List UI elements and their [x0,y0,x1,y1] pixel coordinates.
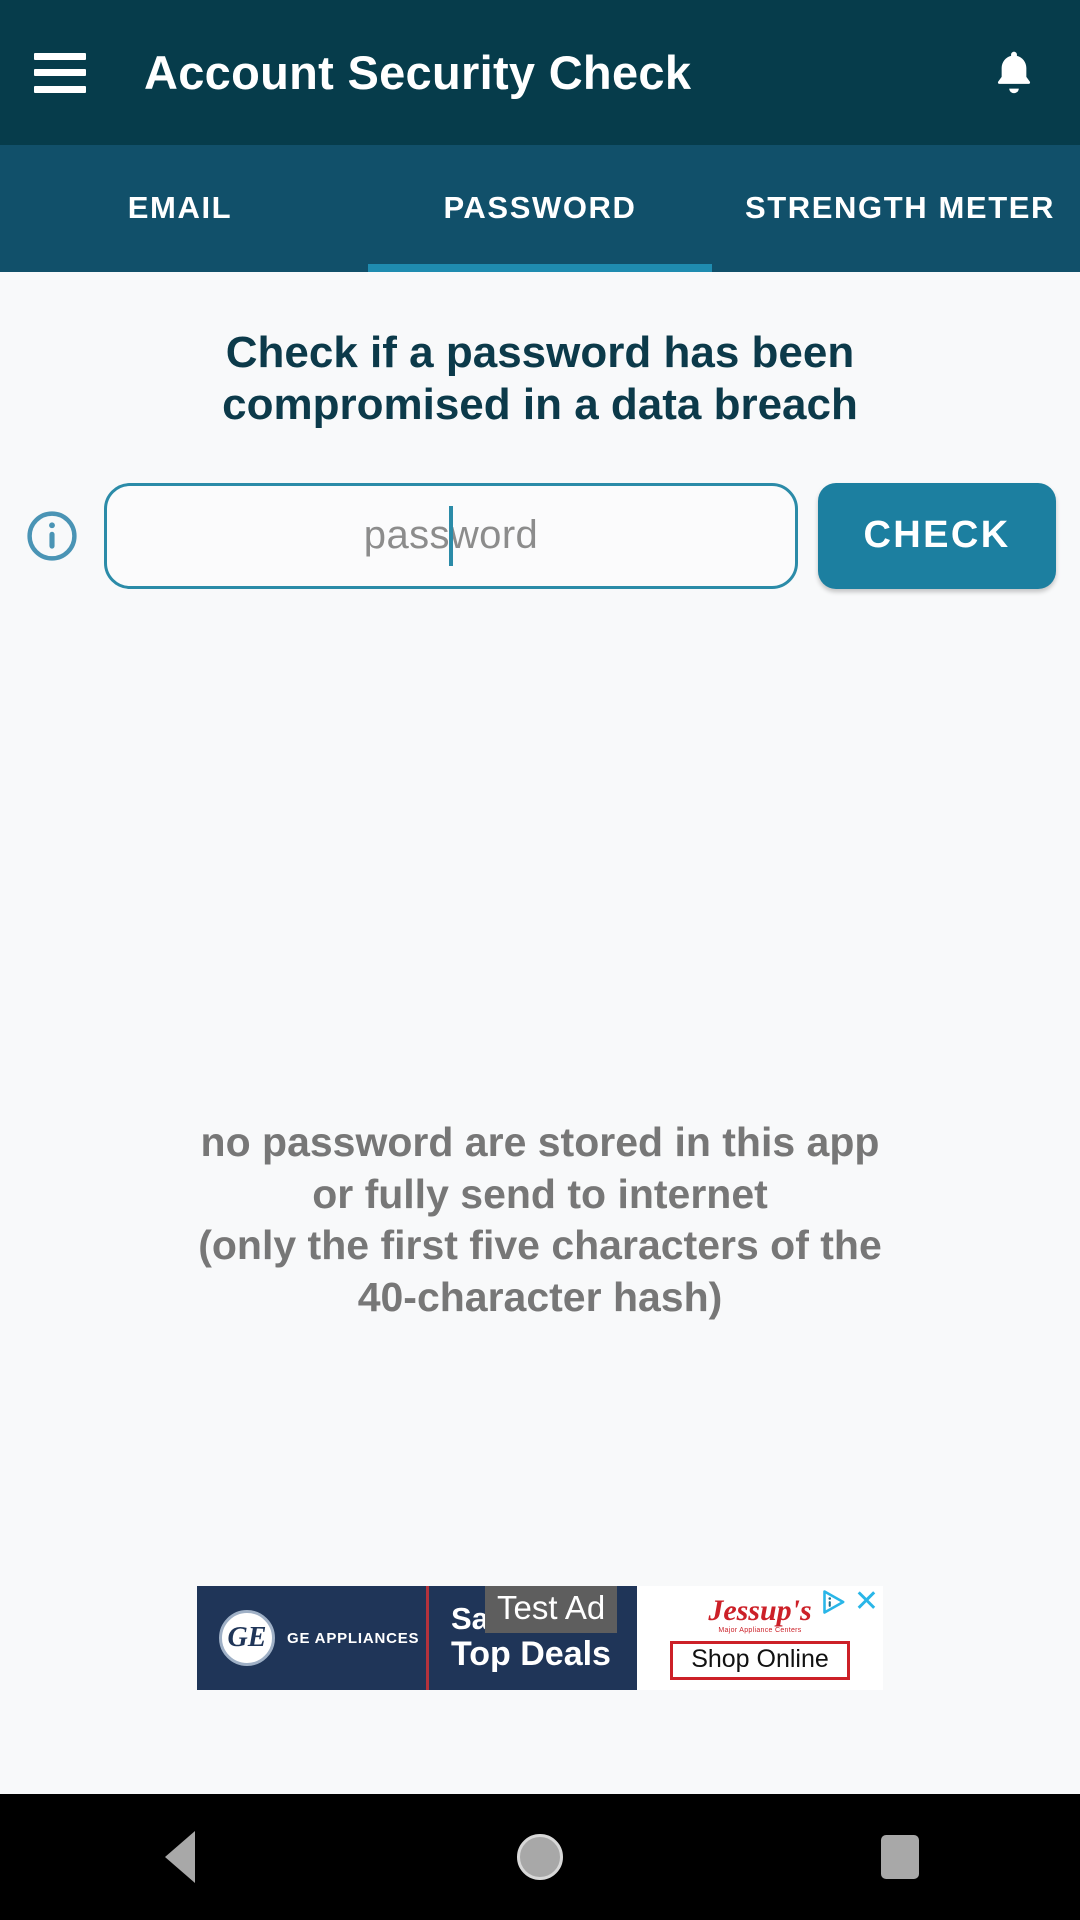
hamburger-bar [34,85,86,93]
back-triangle-icon[interactable] [120,1794,240,1920]
hamburger-bar [34,52,86,60]
password-check-row: password CHECK [0,482,1080,589]
recents-glyph [881,1835,919,1879]
text-caret [449,505,453,566]
disclaimer-line: no password are stored in this app [200,1119,880,1165]
adchoices-icon[interactable] [821,1588,849,1621]
recents-square-icon[interactable] [840,1794,960,1920]
ge-logo-icon: GE [219,1610,275,1666]
storage-disclaimer: no password are stored in this app or fu… [0,1117,1080,1324]
app-bar: Account Security Check [0,0,1080,145]
hamburger-menu-icon[interactable] [34,52,86,93]
ad-headline-line2: Top Deals [451,1634,611,1673]
ad-advertiser-panel: Jessup's Major Appliance Centers Shop On… [637,1586,883,1690]
ad-cta-button[interactable]: Shop Online [670,1641,850,1680]
close-icon[interactable]: ✕ [854,1587,879,1617]
ad-banner-container: GE GE APPLIANCES Save On Top Deals Jessu… [0,1586,1080,1690]
ad-brand: GE GE APPLIANCES [197,1586,429,1690]
hamburger-bar [34,69,86,76]
tab-email[interactable]: EMAIL [0,145,360,272]
back-glyph [165,1831,195,1883]
tab-bar: EMAIL PASSWORD STRENGTH METER [0,145,1080,272]
app-screen: Account Security Check EMAIL PASSWORD ST… [0,0,1080,1920]
ad-brand-label: GE APPLIANCES [287,1629,420,1647]
tab-password[interactable]: PASSWORD [360,145,720,272]
main-content: Check if a password has been compromised… [0,272,1080,1752]
info-circle-icon[interactable] [24,508,80,564]
password-input[interactable]: password [104,482,798,589]
ad-banner[interactable]: GE GE APPLIANCES Save On Top Deals Jessu… [197,1586,883,1690]
test-ad-label: Test Ad [485,1586,618,1633]
headline: Check if a password has been compromised… [222,328,858,429]
home-glyph [517,1834,563,1880]
ad-advertiser-logo: Jessup's [708,1594,812,1627]
disclaimer-line: 40-character hash) [357,1273,723,1320]
check-button[interactable]: CHECK [818,482,1056,589]
bell-icon[interactable] [982,41,1046,105]
disclaimer-line: (only the first five characters of the [198,1222,882,1269]
disclaimer-line: or fully send to internet [312,1170,768,1217]
tab-strength-meter[interactable]: STRENGTH METER [720,145,1080,272]
page-title: Account Security Check [144,46,692,99]
home-circle-icon[interactable] [480,1794,600,1920]
android-nav-bar [0,1794,1080,1920]
ad-advertiser-tagline: Major Appliance Centers [718,1627,802,1634]
